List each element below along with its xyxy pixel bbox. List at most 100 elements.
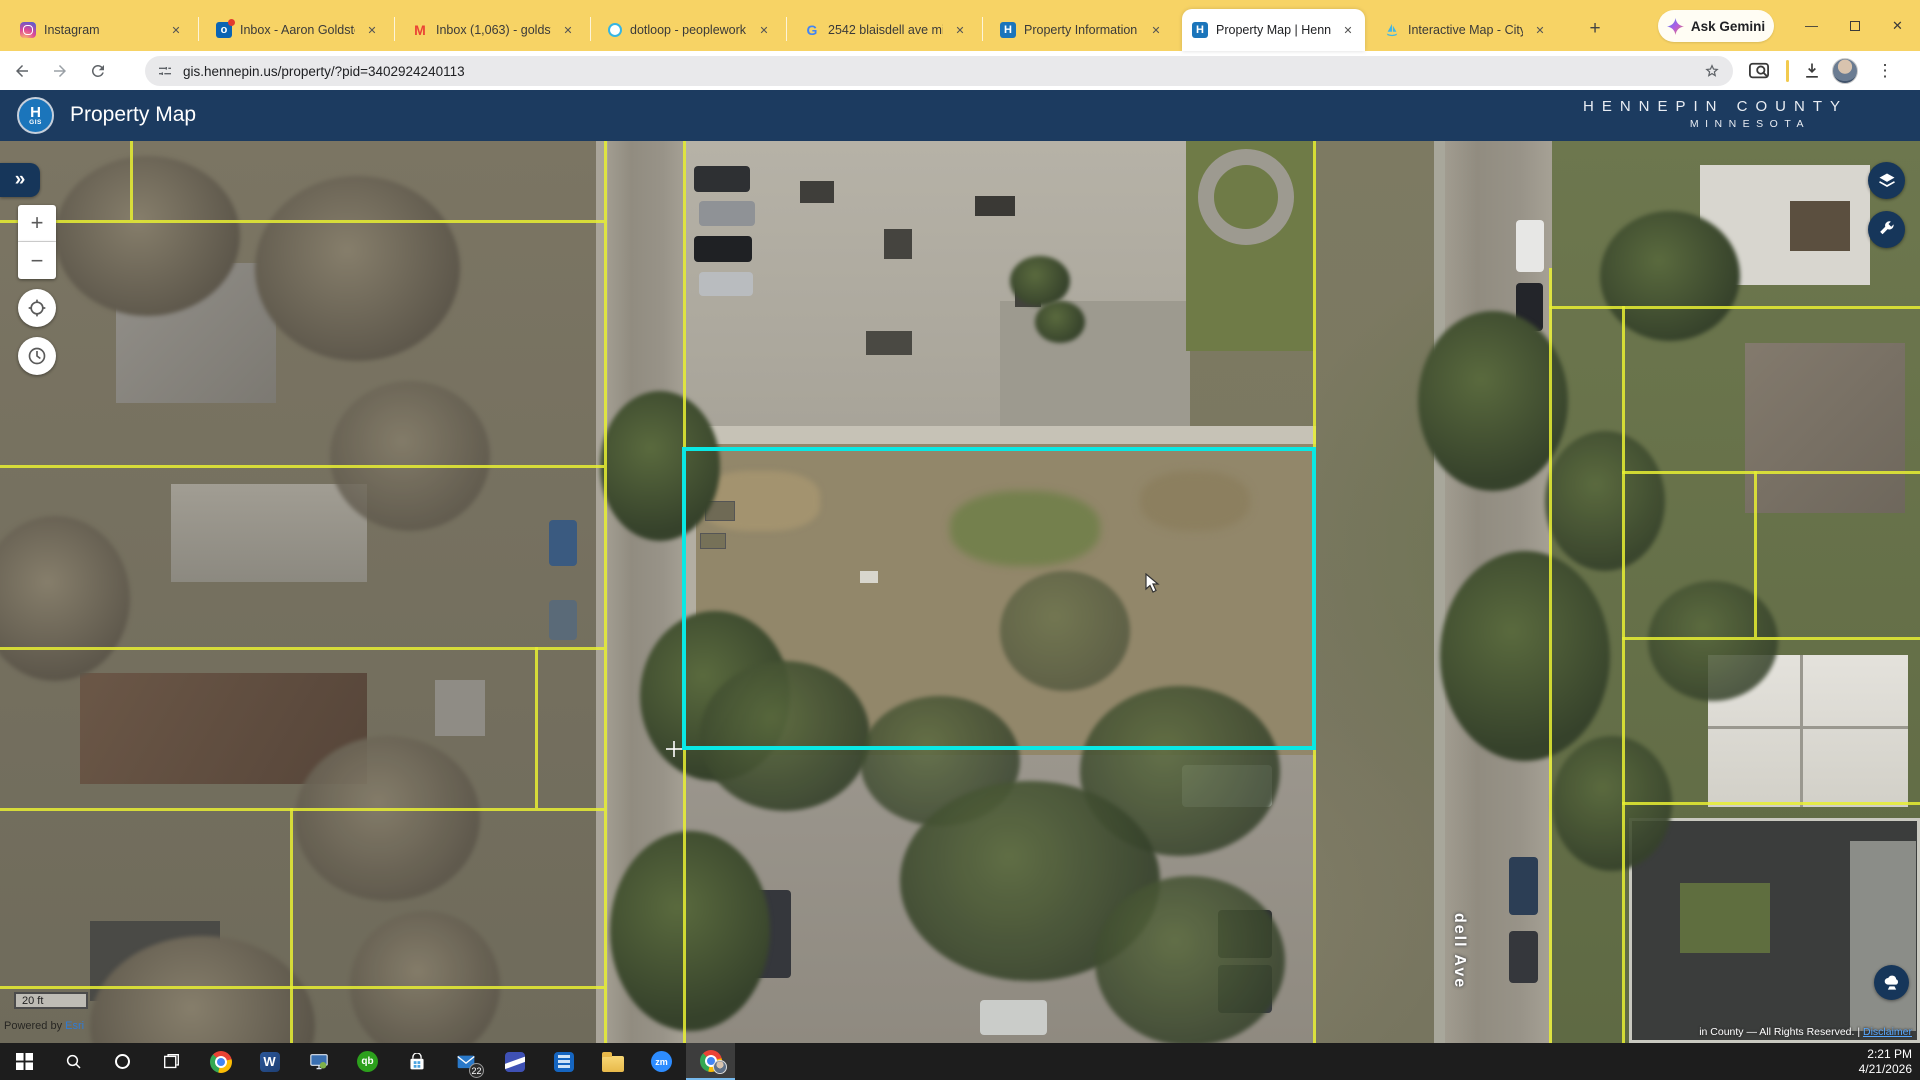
tab-property-map-active[interactable]: H Property Map | Hennep ✕ <box>1182 9 1365 51</box>
download-icon[interactable] <box>1802 61 1822 81</box>
tab-close-icon[interactable]: ✕ <box>951 21 969 39</box>
tab-close-icon[interactable]: ✕ <box>755 21 773 39</box>
taskbar-store-button[interactable] <box>392 1043 441 1080</box>
taskbar-mail-button[interactable]: 22 <box>441 1043 490 1080</box>
tab-label: Inbox (1,063) - goldste <box>436 23 551 37</box>
gemini-icon <box>1667 18 1684 35</box>
new-tab-button[interactable]: + <box>1580 14 1610 44</box>
ask-gemini-button[interactable]: Ask Gemini <box>1658 10 1774 42</box>
tab-outlook-inbox[interactable]: o Inbox - Aaron Goldstei ✕ <box>206 9 389 51</box>
aerial-map[interactable]: dell Ave » + − <box>0 141 1920 1043</box>
parked-car <box>549 600 577 640</box>
tab-separator <box>590 17 591 41</box>
selected-parcel-outline[interactable] <box>682 447 1316 750</box>
app-header: H GIS Property Map HENNEPIN COUNTY MINNE… <box>0 90 1920 141</box>
parcel-line <box>130 141 133 220</box>
esri-attribution-text: Powered by <box>4 1020 65 1032</box>
tab-interactive-map[interactable]: Interactive Map - City o ✕ <box>1374 9 1557 51</box>
parcel-line <box>0 986 604 989</box>
tab-close-icon[interactable]: ✕ <box>167 21 185 39</box>
start-button[interactable] <box>0 1043 49 1080</box>
logo-h: H <box>30 105 41 120</box>
browser-menu-button[interactable]: ⋮ <box>1872 58 1898 84</box>
window-maximize-button[interactable] <box>1833 0 1876 51</box>
taskbar-chrome-button[interactable] <box>196 1043 245 1080</box>
taskbar-word-button[interactable]: W <box>245 1043 294 1080</box>
window-close-button[interactable]: ✕ <box>1876 0 1919 51</box>
reload-button[interactable] <box>82 55 114 87</box>
tab-instagram[interactable]: Instagram ✕ <box>10 9 193 51</box>
parcel-line <box>1622 471 1920 474</box>
window-minimize-button[interactable]: — <box>1790 0 1833 51</box>
taskbar-search-button[interactable] <box>49 1043 98 1080</box>
tab-separator <box>198 17 199 41</box>
parcel-line <box>0 220 604 223</box>
parcel-line <box>1313 750 1316 1043</box>
rooftop-unit <box>975 196 1015 216</box>
parcel-line <box>1549 306 1920 309</box>
zoom-out-button[interactable]: − <box>18 242 56 279</box>
taskbar-zoom-button[interactable]: zm <box>637 1043 686 1080</box>
forward-button[interactable] <box>44 55 76 87</box>
parcel-line <box>604 141 607 1043</box>
survey-cross <box>666 741 682 757</box>
tab-close-icon[interactable]: ✕ <box>363 21 381 39</box>
taskbar-scanner-button[interactable] <box>490 1043 539 1080</box>
taskbar-remote-desktop-button[interactable] <box>294 1043 343 1080</box>
zoom-in-button[interactable]: + <box>18 205 56 242</box>
task-view-button[interactable] <box>147 1043 196 1080</box>
parcel-line <box>1622 306 1625 1043</box>
house-roof <box>1745 343 1905 513</box>
county-attribution: in County — All Rights Reserved. | Discl… <box>1699 1026 1912 1038</box>
layers-icon <box>1877 171 1897 191</box>
tab-label: dotloop - peoplework, <box>630 23 747 37</box>
disclaimer-link[interactable]: Disclaimer <box>1863 1026 1912 1038</box>
site-settings-icon[interactable] <box>157 63 173 79</box>
task-view-icon <box>163 1053 180 1070</box>
tab-close-icon[interactable]: ✕ <box>1339 21 1357 39</box>
tab-close-icon[interactable]: ✕ <box>1147 21 1165 39</box>
search-tabs-lens-icon[interactable] <box>1748 61 1770 81</box>
back-button[interactable] <box>6 55 38 87</box>
tab-separator <box>982 17 983 41</box>
taskbar-explorer-button[interactable] <box>588 1043 637 1080</box>
toolbar-separator <box>1786 60 1789 82</box>
taskbar-chrome-active-button[interactable] <box>686 1043 735 1080</box>
tab-label: Inbox - Aaron Goldstei <box>240 23 355 37</box>
cortana-button[interactable] <box>98 1043 147 1080</box>
parcel-line <box>0 465 604 468</box>
tab-dotloop[interactable]: dotloop - peoplework, ✕ <box>598 9 781 51</box>
tab-label: Property Information S <box>1024 23 1139 37</box>
address-bar[interactable]: gis.hennepin.us/property/?pid=3402924240… <box>145 56 1733 86</box>
profile-avatar[interactable] <box>1832 58 1858 84</box>
roof-ridge <box>1708 726 1908 729</box>
system-clock[interactable]: 2:21 PM 4/21/2026 <box>1859 1047 1912 1077</box>
tab-close-icon[interactable]: ✕ <box>1531 21 1549 39</box>
org-wordmark: HENNEPIN COUNTY MINNESOTA <box>1583 98 1848 130</box>
parcel-line <box>290 808 293 1043</box>
tab-google-search[interactable]: G 2542 blaisdell ave minn ✕ <box>794 9 977 51</box>
bookmark-star-icon[interactable] <box>1703 62 1721 80</box>
hennepin-gis-logo[interactable]: H GIS <box>17 97 54 134</box>
search-icon <box>65 1053 83 1071</box>
tab-gmail-inbox[interactable]: M Inbox (1,063) - goldste ✕ <box>402 9 585 51</box>
locate-button[interactable] <box>18 289 56 327</box>
basemap-icon <box>1882 973 1902 993</box>
taskbar-quickbooks-button[interactable]: qb <box>343 1043 392 1080</box>
esri-link[interactable]: Esri <box>65 1020 84 1032</box>
remote-desktop-icon <box>309 1053 329 1071</box>
layers-button[interactable] <box>1868 162 1905 199</box>
history-button[interactable] <box>18 337 56 375</box>
circular-driveway <box>1198 149 1294 245</box>
tab-label: Property Map | Hennep <box>1216 23 1331 37</box>
tab-property-information[interactable]: H Property Information S ✕ <box>990 9 1173 51</box>
word-icon: W <box>260 1052 280 1072</box>
taskbar-app-window-button[interactable] <box>539 1043 588 1080</box>
sidewalk-strip <box>686 426 1316 444</box>
tab-close-icon[interactable]: ✕ <box>559 21 577 39</box>
parked-car <box>1516 220 1544 272</box>
expand-sidebar-button[interactable]: » <box>0 163 40 197</box>
tools-button[interactable] <box>1868 211 1905 248</box>
basemap-button[interactable] <box>1874 965 1909 1000</box>
url-text[interactable]: gis.hennepin.us/property/?pid=3402924240… <box>183 64 1693 79</box>
